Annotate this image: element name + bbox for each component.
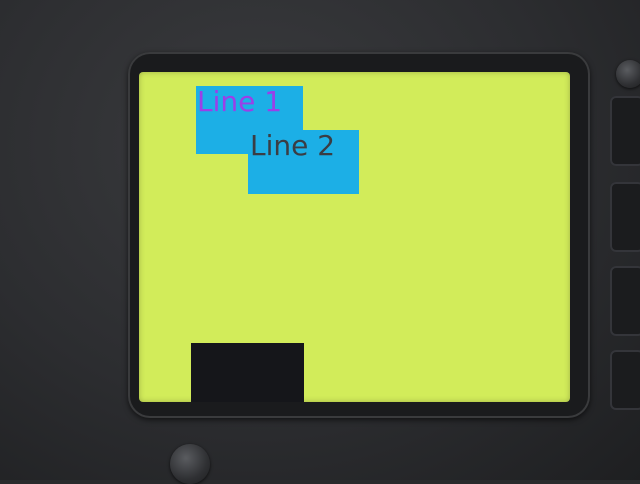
filled-black-rectangle: [191, 343, 304, 402]
screw-icon: [170, 444, 210, 484]
side-button-4[interactable]: [610, 350, 640, 410]
device-housing: Line 1 Line 2: [0, 0, 640, 484]
side-button-3[interactable]: [610, 266, 640, 336]
side-button-1[interactable]: [610, 96, 640, 166]
side-button-2[interactable]: [610, 182, 640, 252]
lcd-screen: Line 1 Line 2: [139, 72, 570, 402]
knob-icon[interactable]: [616, 60, 640, 88]
line1-text: Line 1: [197, 85, 283, 118]
line2-text: Line 2: [250, 129, 336, 162]
